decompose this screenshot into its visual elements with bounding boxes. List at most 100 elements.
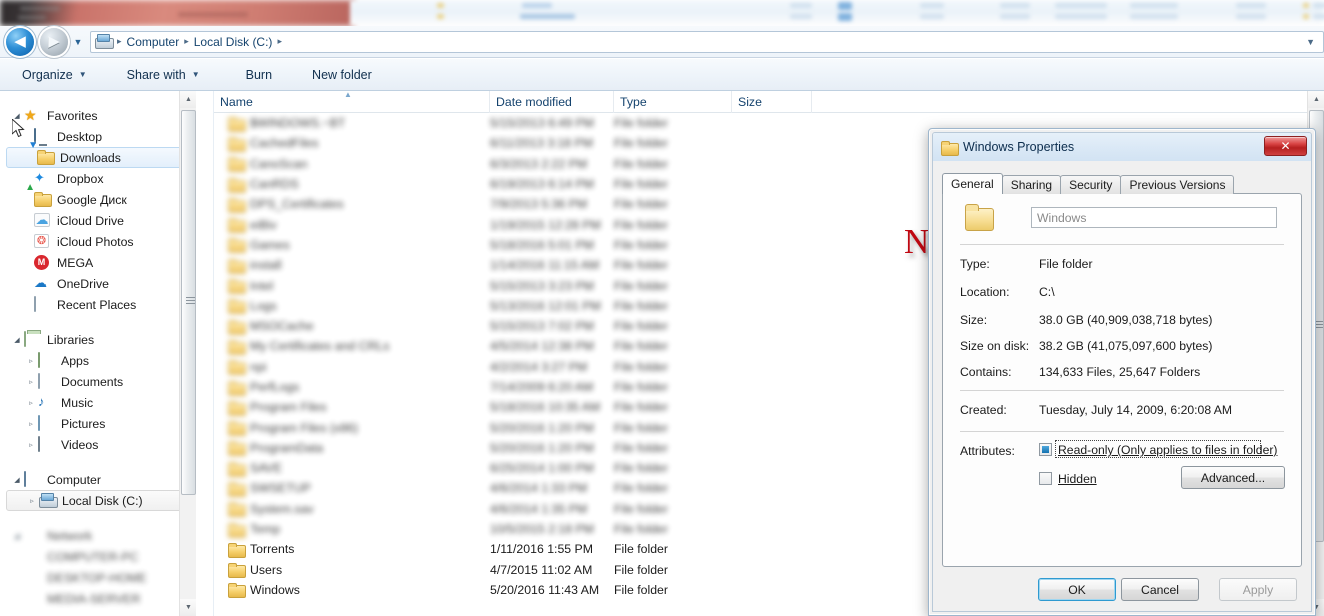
file-name-cell: Torrents — [228, 539, 294, 559]
burn-label: Burn — [245, 67, 273, 82]
sidebar-scrollbar[interactable]: ▲ ▼ — [179, 91, 196, 616]
onedrive-icon: ☁ — [34, 274, 47, 290]
advanced-button[interactable]: Advanced... — [1181, 466, 1285, 489]
tab-security[interactable]: Security — [1060, 175, 1122, 194]
readonly-label[interactable]: Read-only (Only applies to files in fold… — [1058, 443, 1277, 457]
tab-previous-versions[interactable]: Previous Versions — [1120, 175, 1235, 194]
breadcrumb-item-computer[interactable]: Computer — [124, 34, 183, 50]
bg-blur-mark — [920, 3, 944, 8]
twisty-collapsed-icon[interactable]: ▹ — [24, 357, 38, 365]
organize-button[interactable]: Organize ▼ — [12, 63, 97, 87]
twisty-collapsed-icon[interactable]: ▹ — [24, 378, 38, 386]
breadcrumb[interactable]: ▸ Computer ▸ Local Disk (C:) ▸ ▼ — [90, 30, 1324, 53]
sidebar-item-google-drive[interactable]: ▲ Google Диск — [0, 182, 196, 210]
new-folder-button[interactable]: New folder — [302, 63, 382, 87]
sidebar-item-documents[interactable]: ▹ Documents — [0, 371, 196, 392]
file-date-cell: 5/15/2013 6:49 PM — [490, 116, 594, 131]
tab-sharing[interactable]: Sharing — [1001, 175, 1062, 194]
navigation-pane: ◢ ★ Favorites Desktop ▼ Downloads ✦ Drop… — [0, 91, 196, 616]
command-bar: Organize ▼ Share with ▼ Burn New folder — [0, 59, 1324, 91]
cancel-button[interactable]: Cancel — [1121, 578, 1199, 601]
tab-general[interactable]: General — [942, 173, 1003, 194]
apply-label: Apply — [1242, 582, 1274, 597]
ok-button[interactable]: OK — [1038, 578, 1116, 601]
sidebar-item-network-2[interactable]: DESKTOP-HOME — [0, 567, 196, 588]
column-header-name[interactable]: Name — [214, 91, 490, 113]
sidebar-item-label: Local Disk (C:) — [62, 493, 143, 508]
sidebar-item-downloads[interactable]: ▼ Downloads — [6, 140, 192, 168]
sidebar-item-recent-places[interactable]: Recent Places — [0, 294, 196, 315]
ok-label: OK — [1068, 582, 1086, 597]
file-name-label: eiBiv — [250, 217, 277, 232]
twisty-expanded-icon[interactable]: ◢ — [10, 532, 24, 540]
sidebar-group-libraries[interactable]: ◢ Libraries — [0, 329, 196, 350]
twisty-collapsed-icon[interactable]: ▹ — [24, 420, 38, 428]
sidebar-item-label: Downloads — [60, 150, 121, 165]
sidebar-group-network[interactable]: ◢ Network — [0, 525, 196, 546]
folder-icon — [228, 421, 246, 437]
folder-icon — [228, 116, 246, 132]
sidebar-item-pictures[interactable]: ▹ Pictures — [0, 413, 196, 434]
column-header-size[interactable]: Size — [732, 91, 812, 113]
field-label-attributes: Attributes: — [960, 444, 1015, 458]
sidebar-item-local-disk-c[interactable]: ▹ Local Disk (C:) — [6, 490, 192, 511]
file-date-cell: 5/20/2016 1:20 PM — [490, 420, 594, 435]
sidebar-item-network-1[interactable]: COMPUTER-PC — [0, 546, 196, 567]
hidden-label[interactable]: Hidden — [1058, 472, 1097, 486]
twisty-collapsed-icon[interactable]: ▹ — [25, 497, 39, 505]
file-name-label: SAVE — [250, 461, 282, 476]
file-name-cell: CanRDS — [228, 174, 299, 194]
sidebar-item-apps[interactable]: ▹ Apps — [0, 350, 196, 371]
file-type-cell: File folder — [614, 400, 668, 415]
twisty-collapsed-icon[interactable]: ▹ — [24, 441, 38, 449]
bg-blur-mark — [1303, 3, 1309, 8]
scroll-up-arrow-icon[interactable]: ▲ — [180, 91, 196, 108]
column-header-type[interactable]: Type — [614, 91, 732, 113]
recent-locations-chevron-down-icon[interactable]: ▼ — [70, 37, 86, 47]
file-name-cell: Logs — [228, 296, 277, 316]
share-with-button[interactable]: Share with ▼ — [117, 63, 210, 87]
sidebar-item-onedrive[interactable]: ☁ OneDrive — [0, 273, 196, 294]
field-label-created: Created: — [960, 403, 1007, 417]
twisty-collapsed-icon[interactable]: ▹ — [24, 399, 38, 407]
column-header-label: Size — [738, 95, 762, 109]
back-button[interactable]: ◀ — [6, 27, 34, 56]
sidebar-group-favorites[interactable]: ◢ ★ Favorites — [0, 105, 196, 126]
sidebar-item-videos[interactable]: ▹ Videos — [0, 434, 196, 455]
readonly-checkbox[interactable] — [1039, 443, 1052, 456]
sidebar-item-icloud-drive[interactable]: ☁ iCloud Drive — [0, 210, 196, 231]
forward-button[interactable]: ▶ — [40, 27, 68, 56]
address-dropdown-chevron-down-icon[interactable]: ▼ — [1306, 37, 1319, 47]
close-button[interactable]: ✕ — [1264, 136, 1307, 156]
folder-icon — [228, 522, 246, 538]
twisty-expanded-icon[interactable]: ◢ — [10, 476, 24, 484]
sidebar-item-mega[interactable]: M MEGA — [0, 252, 196, 273]
tab-page-general: Windows Type: File folder Location: C:\ … — [942, 193, 1302, 567]
breadcrumb-separator-icon[interactable]: ▸ — [275, 36, 284, 47]
breadcrumb-item-local-disk[interactable]: Local Disk (C:) — [191, 34, 276, 50]
scroll-down-arrow-icon[interactable]: ▼ — [180, 599, 196, 616]
divider — [960, 244, 1284, 245]
folder-name-field[interactable]: Windows — [1031, 207, 1277, 228]
sidebar-item-music[interactable]: ▹ ♪ Music — [0, 392, 196, 413]
bg-blur-mark — [1303, 14, 1309, 19]
file-date-cell: 7/14/2009 6:20 AM — [490, 380, 594, 394]
folder-icon — [228, 563, 246, 579]
sidebar-item-network-3[interactable]: MEDIA-SERVER — [0, 588, 196, 609]
sidebar-group-computer[interactable]: ◢ Computer — [0, 469, 196, 490]
dialog-titlebar[interactable]: Windows Properties ✕ — [933, 133, 1311, 161]
cancel-label: Cancel — [1141, 582, 1179, 597]
pane-splitter[interactable] — [196, 91, 214, 616]
sidebar-scrollbar-thumb[interactable] — [181, 110, 196, 495]
burn-button[interactable]: Burn — [236, 63, 282, 87]
file-name-label: Program Files — [250, 400, 327, 415]
column-header-date-modified[interactable]: Date modified — [490, 91, 614, 113]
hidden-checkbox[interactable] — [1039, 472, 1052, 485]
file-type-cell: File folder — [614, 522, 668, 537]
twisty-expanded-icon[interactable]: ◢ — [10, 336, 24, 344]
scroll-up-arrow-icon[interactable]: ▲ — [1308, 91, 1324, 108]
sidebar-item-label: Pictures — [61, 416, 106, 431]
bg-blur-mark — [20, 6, 60, 11]
sidebar-item-icloud-photos[interactable]: ❂ iCloud Photos — [0, 231, 196, 252]
file-name-label: Users — [250, 562, 283, 577]
